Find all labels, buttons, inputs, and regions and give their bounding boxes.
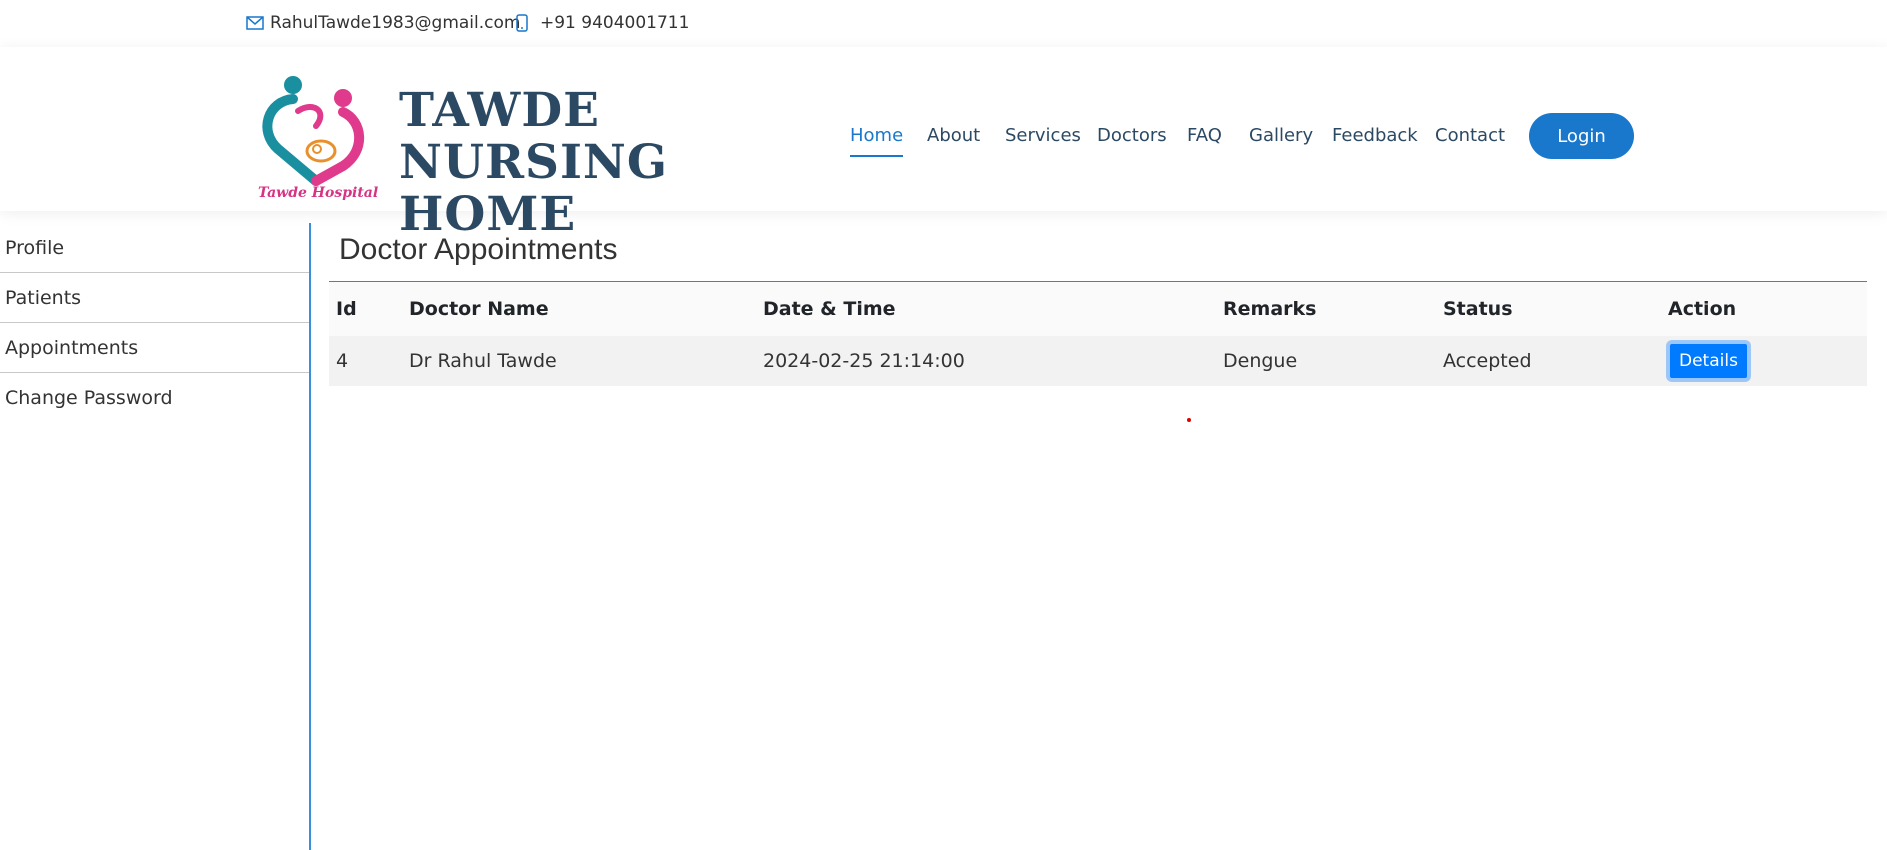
email-text: RahulTawde1983@gmail.com [270, 13, 521, 33]
sidebar: Profile Patients Appointments Change Pas… [0, 223, 311, 850]
details-button[interactable]: Details [1668, 342, 1749, 380]
nav-gallery[interactable]: Gallery [1249, 125, 1313, 155]
column-header-status: Status [1436, 282, 1661, 336]
table-row: 4 Dr Rahul Tawde 2024-02-25 21:14:00 Den… [329, 336, 1867, 386]
column-header-id: Id [329, 282, 402, 336]
cell-remarks: Dengue [1216, 336, 1436, 386]
nav-about[interactable]: About [927, 125, 980, 155]
cursor-dot [1187, 418, 1191, 422]
nav-faq[interactable]: FAQ [1187, 125, 1222, 155]
main-content: Doctor Appointments Id Doctor Name Date … [329, 223, 1867, 386]
sidebar-item-change-password[interactable]: Change Password [0, 373, 309, 423]
phone-text: +91 9404001711 [540, 13, 690, 33]
site-header: Tawde Hospital TAWDE NURSING HOME Home A… [0, 47, 1887, 241]
nav-home[interactable]: Home [850, 125, 904, 157]
appointments-table: Id Doctor Name Date & Time Remarks Statu… [329, 282, 1867, 386]
login-button[interactable]: Login [1529, 113, 1634, 159]
column-header-action: Action [1661, 282, 1867, 336]
phone-icon [516, 14, 528, 32]
column-header-doctor-name: Doctor Name [402, 282, 756, 336]
topbar-phone[interactable]: +91 9404001711 [516, 13, 689, 33]
cell-id: 4 [329, 336, 402, 386]
nav-feedback[interactable]: Feedback [1332, 125, 1418, 155]
cell-action: Details [1661, 336, 1867, 386]
sidebar-item-profile[interactable]: Profile [0, 223, 309, 273]
column-header-date-time: Date & Time [756, 282, 1216, 336]
topbar: RahulTawde1983@gmail.com +91 9404001711 [0, 0, 1887, 47]
sidebar-item-patients[interactable]: Patients [0, 273, 309, 323]
site-title: TAWDE NURSING HOME [399, 83, 669, 242]
cell-date-time: 2024-02-25 21:14:00 [756, 336, 1216, 386]
nav-contact[interactable]: Contact [1435, 125, 1505, 155]
table-header-row: Id Doctor Name Date & Time Remarks Statu… [329, 282, 1867, 336]
sidebar-item-appointments[interactable]: Appointments [0, 323, 309, 373]
topbar-email[interactable]: RahulTawde1983@gmail.com [246, 13, 520, 33]
cell-status: Accepted [1436, 336, 1661, 386]
cell-doctor-name: Dr Rahul Tawde [402, 336, 756, 386]
logo-caption: Tawde Hospital [258, 185, 379, 201]
nav-services[interactable]: Services [1005, 125, 1081, 155]
page-title: Doctor Appointments [329, 223, 1867, 282]
nav-doctors[interactable]: Doctors [1097, 125, 1167, 155]
hospital-logo[interactable]: Tawde Hospital [258, 71, 379, 205]
envelope-icon [246, 16, 264, 30]
column-header-remarks: Remarks [1216, 282, 1436, 336]
